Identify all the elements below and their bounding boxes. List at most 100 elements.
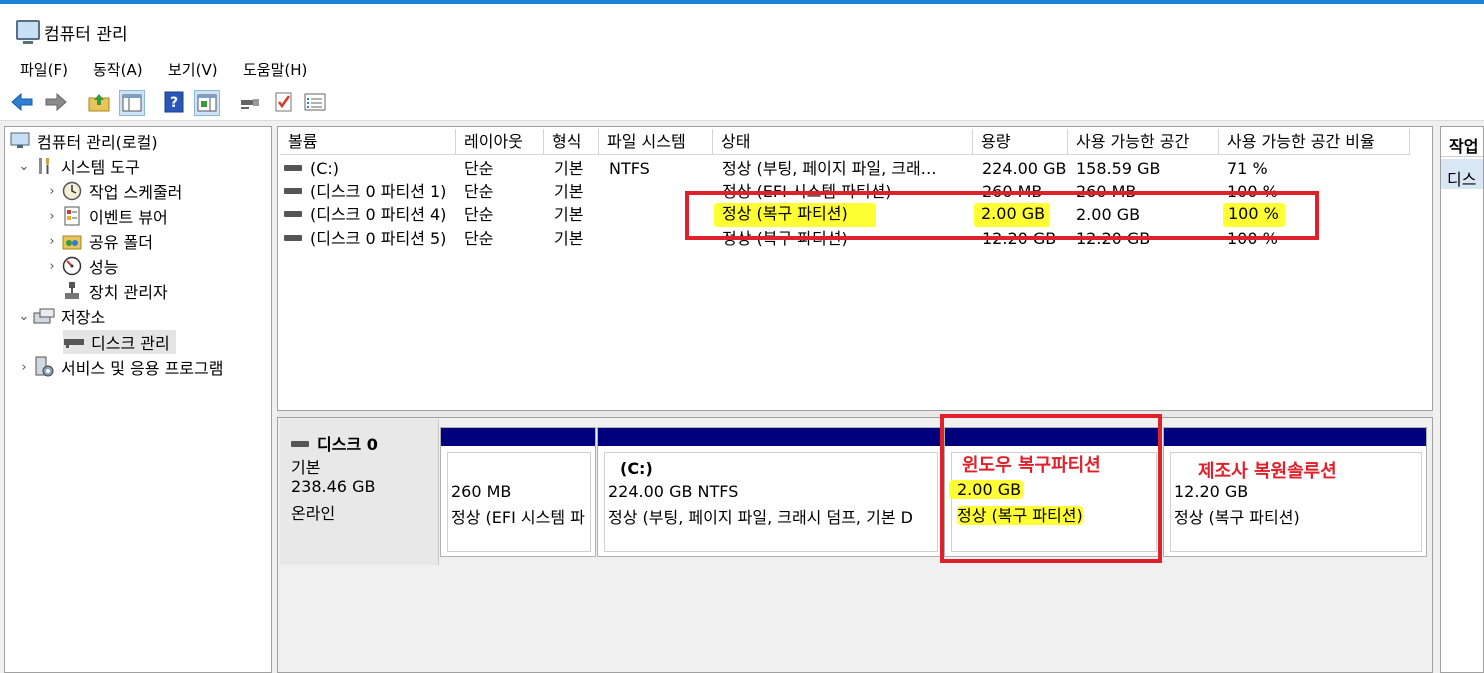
layout-cell: 단순 <box>464 182 494 201</box>
actions-item-disk-management[interactable]: 디스 <box>1441 159 1483 189</box>
back-arrow-icon[interactable] <box>10 90 34 114</box>
table-row[interactable]: (C:) <box>284 158 456 180</box>
forward-arrow-icon[interactable] <box>44 90 68 114</box>
annotation-highlight-box <box>685 191 1319 240</box>
chevron-right-icon[interactable]: › <box>43 234 61 249</box>
clock-icon <box>61 181 83 201</box>
chevron-right-icon[interactable]: › <box>43 259 61 274</box>
navigation-tree: 컴퓨터 관리(로컬) ⌄ 시스템 도구 › 작업 스케줄러 › 이벤트 뷰어 ›… <box>4 126 272 673</box>
partition-title: (C:) <box>620 459 653 478</box>
table-row[interactable]: (디스크 0 파티션 5) <box>284 228 456 250</box>
tree-item-disk-management[interactable]: 디스크 관리 <box>63 330 176 354</box>
column-header-volume[interactable]: 볼륨 <box>280 129 456 155</box>
toolbar: ? <box>0 84 1484 121</box>
action-pane-icon[interactable] <box>194 90 220 116</box>
svg-text:?: ? <box>170 95 178 111</box>
connect-icon[interactable] <box>238 90 262 114</box>
partition-status: 정상 (EFI 시스템 파 <box>451 508 585 527</box>
chevron-down-icon[interactable]: ⌄ <box>15 309 33 324</box>
column-header-type[interactable]: 형식 <box>544 129 599 155</box>
annotation-partition-box <box>940 414 1162 563</box>
column-header-free-percent[interactable]: 사용 가능한 공간 비율 <box>1219 129 1410 155</box>
shared-folder-icon <box>61 231 83 251</box>
type-cell: 기본 <box>554 229 584 248</box>
disk-icon <box>291 440 309 447</box>
column-header-layout[interactable]: 레이아웃 <box>456 129 544 155</box>
tree-event-viewer-label: 이벤트 뷰어 <box>89 208 168 227</box>
tree-item-system-tools[interactable]: ⌄ 시스템 도구 <box>15 154 140 178</box>
partition-size: 12.20 GB <box>1174 482 1249 501</box>
drive-icon <box>284 234 302 241</box>
properties-icon[interactable] <box>303 90 327 114</box>
tree-root-label: 컴퓨터 관리(로컬) <box>37 133 158 152</box>
chevron-right-icon[interactable]: › <box>43 209 61 224</box>
column-header-capacity[interactable]: 용량 <box>973 129 1068 155</box>
partition-size: 224.00 GB NTFS <box>608 482 739 501</box>
layout-cell: 단순 <box>464 205 494 224</box>
tree-item-storage[interactable]: ⌄ 저장소 <box>15 304 106 328</box>
table-row[interactable]: (디스크 0 파티션 4) <box>284 204 456 226</box>
check-icon[interactable] <box>272 90 296 114</box>
free-space-cell: 158.59 GB <box>1076 159 1161 178</box>
window-title: 컴퓨터 관리 <box>44 25 128 45</box>
layout-cell: 단순 <box>464 229 494 248</box>
chevron-right-icon[interactable]: › <box>15 360 33 375</box>
menu-help[interactable]: 도움말(H) <box>243 59 307 80</box>
tree-item-shared-folders[interactable]: › 공유 폴더 <box>43 229 153 253</box>
computer-management-icon <box>16 20 40 44</box>
tree-shared-folders-label: 공유 폴더 <box>89 233 153 252</box>
help-icon[interactable]: ? <box>162 90 186 114</box>
column-header-free-space[interactable]: 사용 가능한 공간 <box>1068 129 1219 155</box>
disk-state: 온라인 <box>291 504 336 523</box>
tree-item-event-viewer[interactable]: › 이벤트 뷰어 <box>43 204 168 228</box>
chevron-right-icon[interactable]: › <box>43 184 61 199</box>
actions-header: 작업 <box>1441 127 1483 157</box>
tree-item-device-manager[interactable]: 장치 관리자 <box>61 279 168 303</box>
annotation-windows-recovery: 윈도우 복구파티션 <box>962 455 1101 476</box>
disk-info-block[interactable]: 디스크 0 기본 238.46 GB 온라인 <box>280 419 439 565</box>
menu-view[interactable]: 보기(V) <box>168 59 218 80</box>
partition-c[interactable]: (C:) 224.00 GB NTFS 정상 (부팅, 페이지 파일, 크래시 … <box>597 427 943 557</box>
menu-action[interactable]: 동작(A) <box>93 59 143 80</box>
menu-file[interactable]: 파일(F) <box>20 59 68 80</box>
disk-name: 디스크 0 <box>317 435 378 454</box>
type-cell: 기본 <box>554 159 584 178</box>
tools-icon <box>33 156 55 176</box>
free-percent-cell: 71 % <box>1227 159 1268 178</box>
storage-icon <box>33 306 55 326</box>
chevron-down-icon[interactable]: ⌄ <box>15 159 33 174</box>
menu-bar: 파일(F) 동작(A) 보기(V) 도움말(H) <box>0 52 1484 84</box>
table-row[interactable]: (디스크 0 파티션 1) <box>284 181 456 203</box>
volume-name: (디스크 0 파티션 4) <box>310 205 447 224</box>
annotation-oem-recovery: 제조사 복원솔루션 <box>1198 461 1337 482</box>
disk-size: 238.46 GB <box>291 477 376 496</box>
tree-item-task-scheduler[interactable]: › 작업 스케줄러 <box>43 179 182 203</box>
volume-list: 볼륨 레이아웃 형식 파일 시스템 상태 용량 사용 가능한 공간 사용 가능한… <box>277 126 1433 411</box>
column-header-filesystem[interactable]: 파일 시스템 <box>599 129 713 155</box>
partition-status: 정상 (복구 파티션) <box>1174 508 1300 527</box>
column-header-status[interactable]: 상태 <box>713 129 973 155</box>
device-manager-icon <box>61 281 83 301</box>
filesystem-cell: NTFS <box>609 159 650 178</box>
volume-name: (디스크 0 파티션 1) <box>310 182 447 201</box>
partition-bar <box>1164 428 1426 446</box>
layout-cell: 단순 <box>464 159 494 178</box>
partition-efi[interactable]: 260 MB 정상 (EFI 시스템 파 <box>440 427 596 557</box>
tree-item-services[interactable]: › 서비스 및 응용 프로그램 <box>15 355 223 379</box>
status-cell: 정상 (부팅, 페이지 파일, 크래… <box>722 159 937 178</box>
tree-task-scheduler-label: 작업 스케줄러 <box>89 183 183 202</box>
partition-bar <box>441 428 595 446</box>
tree-item-performance[interactable]: › 성능 <box>43 254 118 278</box>
tree-item-root[interactable]: 컴퓨터 관리(로컬) <box>9 129 158 153</box>
tree-system-tools-label: 시스템 도구 <box>61 158 140 177</box>
up-folder-icon[interactable] <box>87 90 111 114</box>
drive-icon <box>284 210 302 217</box>
volume-name: (C:) <box>310 159 340 178</box>
disk-name-row: 디스크 0 <box>291 431 378 455</box>
capacity-cell: 224.00 GB <box>982 159 1067 178</box>
show-hide-tree-icon[interactable] <box>119 90 145 116</box>
partition-oem-recovery[interactable]: 12.20 GB 정상 (복구 파티션) <box>1163 427 1427 557</box>
actions-pane: 작업 디스 <box>1440 126 1484 673</box>
computer-icon <box>9 131 31 151</box>
partition-size: 260 MB <box>451 482 512 501</box>
